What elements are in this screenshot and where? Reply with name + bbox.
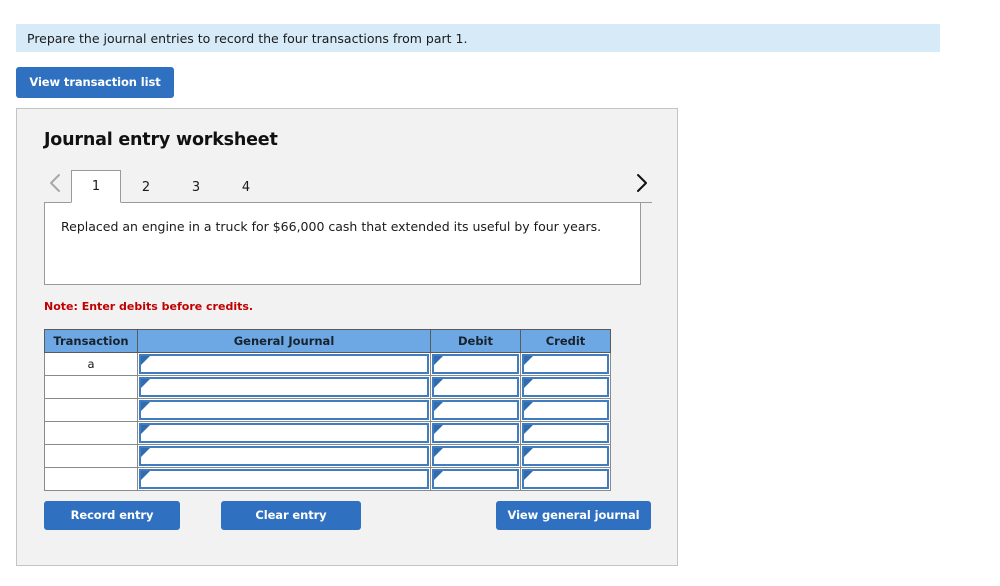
chevron-left-icon[interactable] [44,169,66,197]
cell-debit[interactable] [430,375,521,399]
cell-debit[interactable] [430,352,521,376]
general-journal-input[interactable] [139,354,429,374]
debit-input[interactable] [432,377,519,397]
debit-input[interactable] [432,400,519,420]
cell-debit[interactable] [430,467,521,491]
tab-1-label: 1 [91,179,101,194]
cell-debit[interactable] [430,444,521,468]
cell-general-journal[interactable] [137,444,431,468]
credit-input[interactable] [522,446,609,466]
cell-debit[interactable] [430,398,521,422]
transaction-description: Replaced an engine in a truck for $66,00… [44,202,641,285]
instruction-banner: Prepare the journal entries to record th… [16,24,940,52]
debit-input[interactable] [432,469,519,489]
debit-input[interactable] [432,446,519,466]
cell-credit[interactable] [520,421,611,445]
tab-4-label: 4 [241,180,251,195]
page-title: Journal entry worksheet [44,130,278,150]
cell-credit[interactable] [520,352,611,376]
cell-credit[interactable] [520,467,611,491]
journal-entry-worksheet-panel: Journal entry worksheet 1 2 3 4 Replaced… [16,108,678,566]
cell-transaction [44,375,138,399]
view-general-journal-button[interactable]: View general journal [496,501,651,530]
cell-transaction [44,444,138,468]
general-journal-input[interactable] [139,400,429,420]
instruction-text: Prepare the journal entries to record th… [27,30,468,46]
tab-list: 1 2 3 4 [71,165,271,203]
general-journal-input[interactable] [139,423,429,443]
tab-2-label: 2 [141,180,151,195]
debit-input[interactable] [432,354,519,374]
cell-transaction [44,398,138,422]
view-transaction-list-button[interactable]: View transaction list [16,67,174,98]
general-journal-input[interactable] [139,377,429,397]
table-row [44,375,611,399]
credit-input[interactable] [522,400,609,420]
credit-input[interactable] [522,469,609,489]
tab-3-label: 3 [191,180,201,195]
cell-credit[interactable] [520,375,611,399]
general-journal-input[interactable] [139,469,429,489]
cell-debit[interactable] [430,421,521,445]
general-journal-input[interactable] [139,446,429,466]
debit-input[interactable] [432,423,519,443]
cell-general-journal[interactable] [137,467,431,491]
cell-credit[interactable] [520,398,611,422]
column-header-debit: Debit [430,329,521,353]
cell-general-journal[interactable] [137,421,431,445]
column-header-general-journal: General Journal [137,329,431,353]
tab-strip: 1 2 3 4 [44,165,652,203]
credit-input[interactable] [522,377,609,397]
column-header-transaction: Transaction [44,329,138,353]
table-header-row: Transaction General Journal Debit Credit [44,329,611,353]
table-row [44,444,611,468]
table-row [44,398,611,422]
debits-before-credits-note: Note: Enter debits before credits. [44,300,254,313]
table-row [44,421,611,445]
table-row [44,467,611,491]
cell-general-journal[interactable] [137,398,431,422]
tab-3[interactable]: 3 [171,171,221,203]
cell-credit[interactable] [520,444,611,468]
tab-1[interactable]: 1 [71,170,121,203]
record-entry-button[interactable]: Record entry [44,501,180,530]
cell-general-journal[interactable] [137,375,431,399]
cell-general-journal[interactable] [137,352,431,376]
credit-input[interactable] [522,354,609,374]
table-row: a [44,352,611,376]
cell-transaction [44,467,138,491]
credit-input[interactable] [522,423,609,443]
clear-entry-button[interactable]: Clear entry [221,501,361,530]
tab-2[interactable]: 2 [121,171,171,203]
cell-transaction [44,421,138,445]
column-header-credit: Credit [520,329,611,353]
cell-transaction: a [44,352,138,376]
chevron-right-icon[interactable] [630,169,652,197]
tab-4[interactable]: 4 [221,171,271,203]
journal-entry-table: Transaction General Journal Debit Credit… [44,329,611,491]
